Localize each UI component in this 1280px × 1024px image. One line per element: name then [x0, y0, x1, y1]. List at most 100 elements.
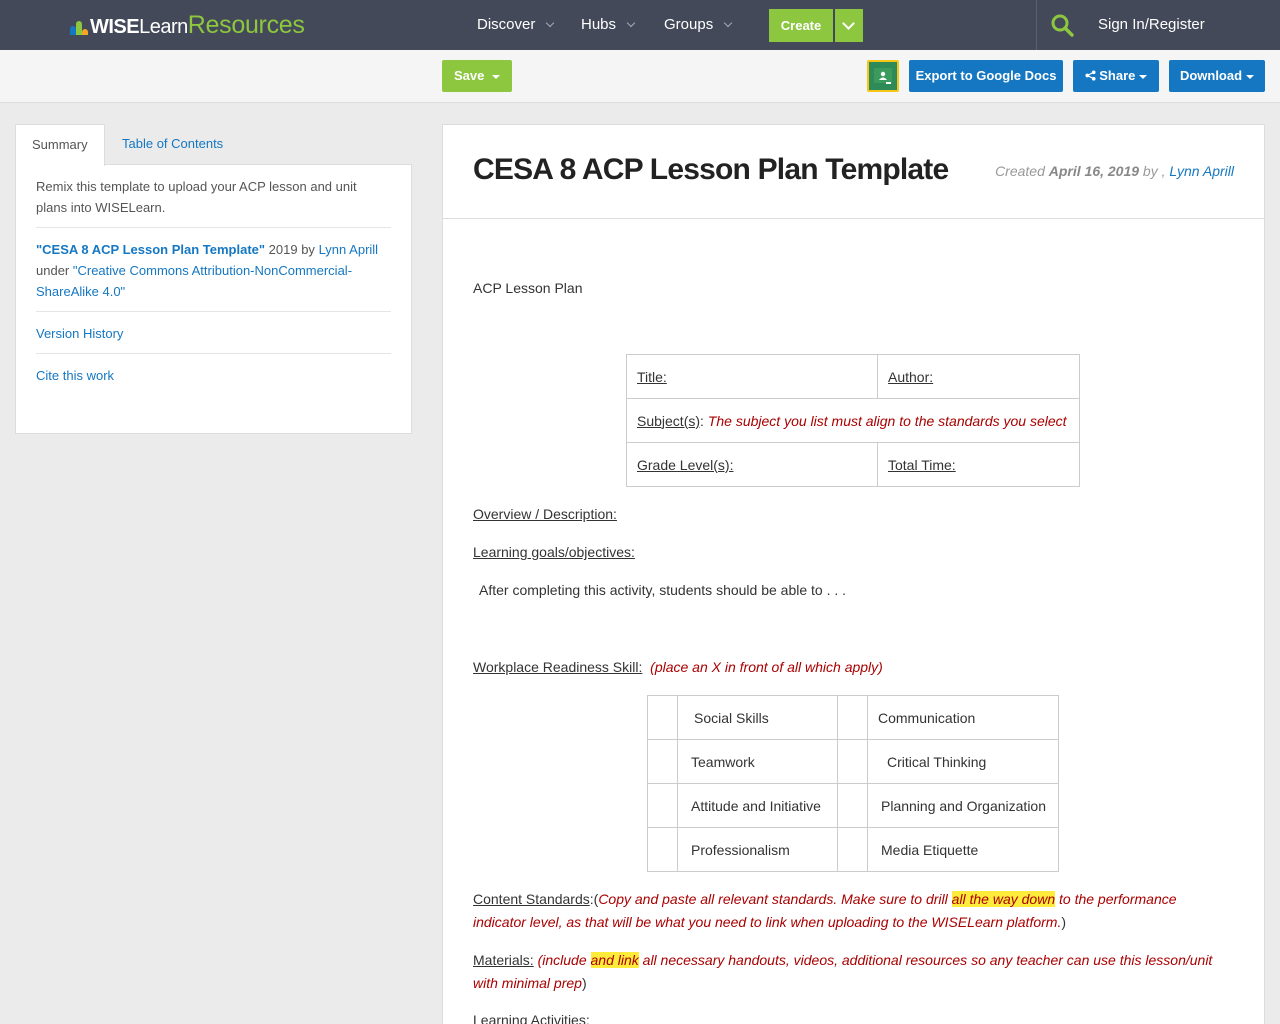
nav-divider — [1036, 0, 1037, 50]
create-dropdown-button[interactable] — [835, 9, 863, 42]
subject-label: Subject(s) — [637, 412, 701, 429]
learning-activities-heading: Learning Activities: — [473, 1012, 590, 1024]
mat-highlight: and link — [590, 952, 639, 968]
tab-table-of-contents[interactable]: Table of Contents — [106, 124, 239, 165]
sidebar-tabs: Summary Table of Contents — [15, 124, 412, 166]
title-label: Title: — [637, 368, 667, 385]
logo-learn: Learn — [139, 16, 188, 38]
created-label: Created — [995, 163, 1049, 179]
skill-checkbox-cell[interactable] — [647, 739, 678, 784]
tab-summary[interactable]: Summary — [15, 124, 105, 166]
skill-checkbox-cell[interactable] — [647, 695, 678, 740]
table-row: Teamwork Critical Thinking — [647, 739, 1059, 784]
under-label: under — [36, 263, 73, 278]
lesson-info-table: Title: Author: Subject(s): The subject y… — [626, 354, 1080, 487]
nav-groups-label: Groups — [664, 16, 714, 33]
nav-hubs-label: Hubs — [581, 16, 617, 33]
cite-work-link[interactable]: Cite this work — [36, 368, 114, 383]
skill-cell: Social Skills — [677, 695, 838, 740]
export-google-docs-button[interactable]: Export to Google Docs — [909, 60, 1063, 92]
share-label: Share — [1099, 68, 1136, 83]
content-standards-section: Content Standards:(Copy and paste all re… — [473, 888, 1233, 934]
download-button[interactable]: Download — [1169, 60, 1265, 92]
created-author-link[interactable]: Lynn Aprill — [1169, 163, 1234, 179]
subject-cell: Subject(s): The subject you list must al… — [626, 398, 1080, 443]
grade-label: Grade Level(s): — [637, 456, 734, 473]
nav-hubs[interactable]: Hubs — [581, 0, 636, 50]
chevron-down-icon — [842, 17, 855, 30]
table-row: Attitude and Initiative Planning and Org… — [647, 783, 1059, 828]
goals-heading: Learning goals/objectives: — [473, 544, 635, 560]
skills-table: Social Skills Communication Teamwork Cri… — [647, 695, 1059, 872]
nav-discover-label: Discover — [477, 16, 536, 33]
skill-cell: Attitude and Initiative — [677, 783, 838, 828]
cs-note-1: Copy and paste all relevant standards. M… — [598, 891, 952, 907]
signin-link[interactable]: Sign In/Register — [1098, 0, 1205, 50]
nav-discover[interactable]: Discover — [477, 0, 555, 50]
caret-down-icon — [492, 74, 500, 79]
goals-text: After completing this activity, students… — [479, 582, 847, 598]
share-button[interactable]: Share — [1073, 60, 1159, 92]
skill-checkbox-cell[interactable] — [647, 827, 678, 872]
table-row: Professionalism Media Etiquette — [647, 827, 1059, 872]
caret-down-icon — [1246, 74, 1255, 79]
time-label: Total Time: — [888, 456, 956, 473]
skill-cell: Critical Thinking — [867, 739, 1059, 784]
created-by: by , — [1139, 163, 1170, 179]
skill-cell: Planning and Organization — [867, 783, 1059, 828]
summary-description: Remix this template to upload your ACP l… — [36, 165, 391, 228]
share-icon — [1085, 70, 1096, 81]
overview-heading: Overview / Description: — [473, 506, 617, 522]
subject-colon: : — [700, 412, 708, 429]
table-row: Social Skills Communication — [647, 695, 1059, 740]
create-button[interactable]: Create — [769, 9, 833, 42]
resource-content: CESA 8 ACP Lesson Plan Template Created … — [442, 124, 1265, 1024]
page-title: CESA 8 ACP Lesson Plan Template — [473, 153, 949, 186]
chevron-down-icon — [723, 18, 733, 28]
caret-down-icon — [1139, 74, 1148, 79]
work-title-link[interactable]: "CESA 8 ACP Lesson Plan Template" — [36, 242, 265, 257]
work-author-link[interactable]: Lynn Aprill — [319, 242, 379, 257]
time-cell: Total Time: — [877, 442, 1080, 487]
top-nav: WISE Learn Resources Discover Hubs Groups … — [0, 0, 1280, 50]
skill-cell: Communication — [867, 695, 1059, 740]
cs-highlight: all the way down — [951, 891, 1056, 907]
save-button[interactable]: Save — [442, 60, 512, 92]
resource-header: CESA 8 ACP Lesson Plan Template Created … — [443, 125, 1264, 219]
logo-wise: WISE — [90, 16, 140, 38]
search-icon[interactable] — [1050, 13, 1074, 37]
attribution: "CESA 8 ACP Lesson Plan Template" 2019 b… — [36, 228, 391, 312]
skill-cell: Media Etiquette — [867, 827, 1059, 872]
version-history-section: Version History — [36, 312, 391, 354]
nav-groups[interactable]: Groups — [664, 0, 733, 50]
site-logo[interactable]: WISE Learn Resources — [70, 11, 305, 39]
logo-icon — [70, 19, 88, 35]
work-year-by: 2019 by — [265, 242, 319, 257]
skill-checkbox-cell[interactable] — [647, 783, 678, 828]
chevron-down-icon — [546, 18, 555, 28]
skill-checkbox-cell[interactable] — [837, 783, 868, 828]
created-info: Created April 16, 2019 by , Lynn Aprill — [995, 163, 1234, 179]
skill-checkbox-cell[interactable] — [837, 827, 868, 872]
workplace-label: Workplace Readiness Skill: — [473, 659, 643, 675]
save-label: Save — [454, 68, 485, 83]
resource-toolbar: Save Export to Google Docs Share Downloa… — [0, 50, 1280, 103]
grade-cell: Grade Level(s): — [626, 442, 878, 487]
workplace-heading: Workplace Readiness Skill: (place an X i… — [473, 659, 883, 675]
mat-close: ) — [581, 975, 587, 991]
skill-checkbox-cell[interactable] — [837, 739, 868, 784]
skill-checkbox-cell[interactable] — [837, 695, 868, 740]
google-classroom-button[interactable] — [867, 60, 899, 92]
materials-section: Materials: (include and link all necessa… — [473, 949, 1233, 995]
google-classroom-icon — [874, 68, 892, 84]
license-link[interactable]: "Creative Commons Attribution-NonCommerc… — [36, 263, 352, 299]
skill-cell: Professionalism — [677, 827, 838, 872]
author-cell: Author: — [877, 354, 1080, 399]
workplace-note: (place an X in front of all which apply) — [650, 659, 883, 675]
version-history-link[interactable]: Version History — [36, 326, 123, 341]
cite-section: Cite this work — [36, 354, 391, 395]
chevron-down-icon — [626, 18, 636, 28]
created-date: April 16, 2019 — [1048, 163, 1140, 179]
title-cell: Title: — [626, 354, 878, 399]
materials-label: Materials: — [473, 952, 534, 968]
